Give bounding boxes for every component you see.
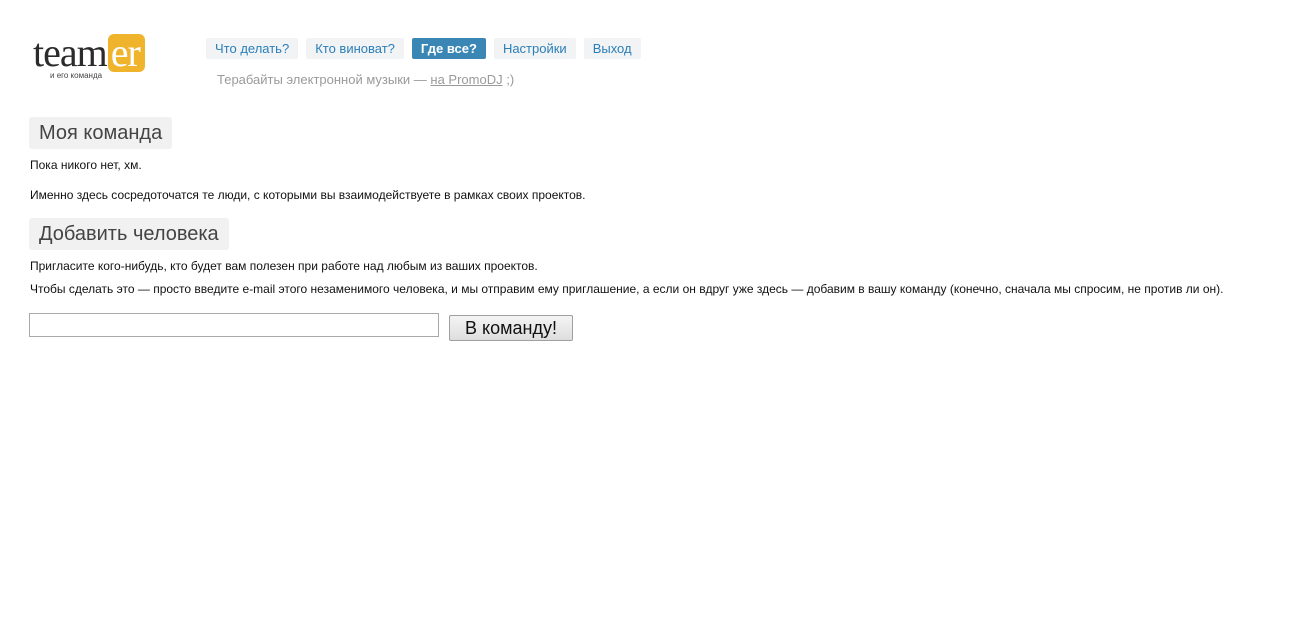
main-nav: Что делать? Кто виноват? Где все? Настро…: [206, 38, 641, 59]
my-team-heading: Моя команда: [29, 117, 173, 149]
nav-item-who-is-to-blame[interactable]: Кто виноват?: [306, 38, 404, 59]
promodj-link[interactable]: на PromoDJ: [430, 72, 502, 87]
logo-word-main: team: [33, 30, 108, 75]
team-description: Именно здесь сосредоточатся те люди, с к…: [30, 188, 586, 202]
slogan-suffix: ;): [502, 72, 515, 87]
logo-wordmark: team er: [33, 33, 145, 73]
teamer-logo[interactable]: team er и его команда: [33, 33, 178, 83]
slogan-text: Терабайты электронной музыки —: [217, 72, 431, 87]
nav-item-what-to-do[interactable]: Что делать?: [206, 38, 299, 59]
invite-text-line1: Пригласите кого-нибудь, кто будет вам по…: [30, 259, 538, 273]
team-empty-text: Пока никого нет, хм.: [30, 158, 142, 172]
email-input[interactable]: [29, 313, 439, 337]
add-person-heading: Добавить человека: [29, 218, 229, 250]
nav-item-settings[interactable]: Настройки: [493, 38, 576, 59]
add-to-team-button[interactable]: В команду!: [449, 315, 573, 341]
nav-item-where-is-everyone[interactable]: Где все?: [411, 38, 486, 59]
nav-item-logout[interactable]: Выход: [583, 38, 641, 59]
header-slogan: Терабайты электронной музыки — на PromoD…: [217, 72, 514, 88]
logo-tagline: и его команда: [50, 71, 103, 80]
invite-text-line2: Чтобы сделать это — просто введите e-mai…: [30, 282, 1224, 296]
logo-word-accent: er: [107, 33, 145, 73]
